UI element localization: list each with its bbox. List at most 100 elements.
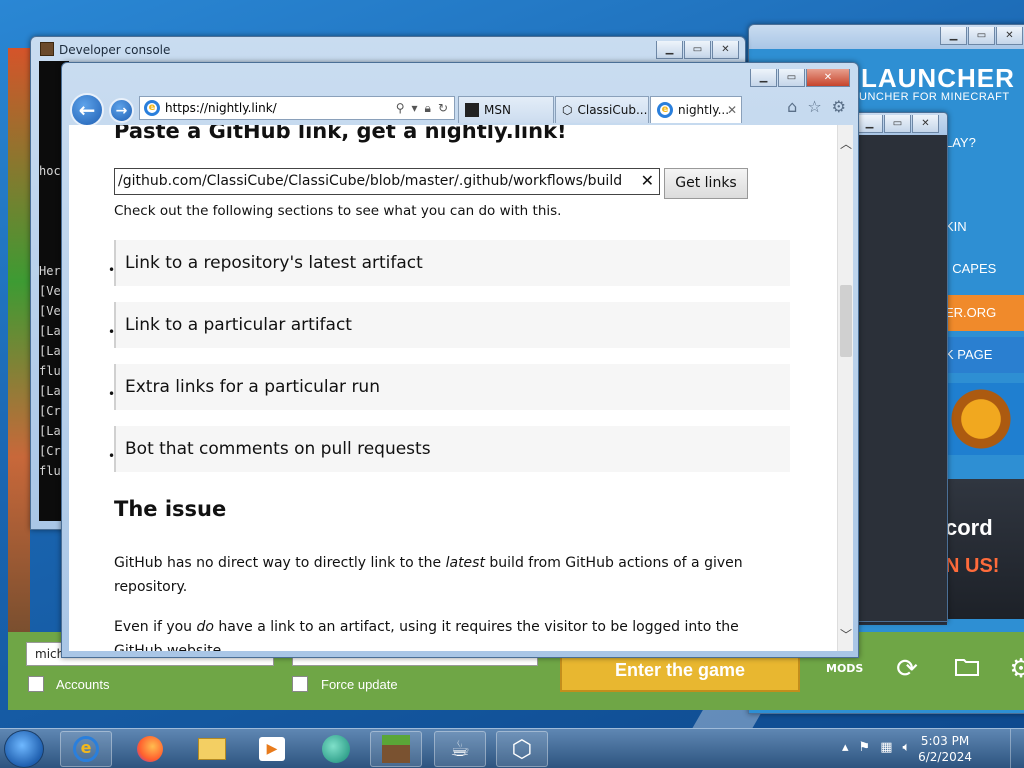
media-player-icon: ▶ [259, 737, 285, 761]
taskbar-minecraft[interactable] [370, 731, 422, 767]
console-app-icon [40, 42, 54, 56]
launcher-menu-play[interactable]: LAY? [945, 125, 1024, 161]
browser-window: ▁ ▭ ✕ ← → e https://nightly.link/ ⚲ ▾ 🔒︎… [61, 62, 859, 658]
home-icon[interactable]: ⌂ [787, 97, 797, 116]
launcher-subtitle: UNCHER FOR MINECRAFT [859, 91, 1010, 103]
favorites-icon[interactable]: ☆ [807, 97, 821, 116]
github-url-value: /github.com/ClassiCube/ClassiCube/blob/m… [118, 173, 623, 189]
tab-classicube[interactable]: ⬡ ClassiCub... [555, 96, 649, 123]
dropdown-icon[interactable]: ▾ [412, 101, 418, 116]
hint-text: Check out the following sections to see … [114, 203, 562, 219]
firefox-icon [137, 736, 163, 762]
taskbar-java[interactable]: ☕ [434, 731, 486, 767]
clock-date: 6/2/2024 [918, 750, 972, 764]
accounts-checkbox[interactable] [28, 676, 44, 692]
msn-icon [465, 103, 479, 117]
folder-icon[interactable] [950, 652, 984, 686]
issue-heading: The issue [114, 497, 227, 521]
app-icon [322, 735, 350, 763]
ie-icon: e [657, 102, 673, 118]
tab-nightly[interactable]: e nightly... ✕ [650, 96, 742, 123]
page-content: Paste a GitHub link, get a nightly.link!… [69, 125, 837, 651]
tab-msn[interactable]: MSN [458, 96, 554, 123]
page-scrollbar[interactable]: ︿ ﹀ [837, 125, 853, 651]
refresh-icon[interactable]: ↻ [438, 101, 448, 116]
classicube-icon: ⬡ [511, 735, 533, 763]
console-title: Developer console [59, 43, 171, 57]
volume-icon[interactable]: 🔈︎ [902, 740, 910, 755]
section-particular-artifact[interactable]: Link to a particular artifact [114, 302, 790, 348]
section-bot-comments[interactable]: Bot that comments on pull requests [114, 426, 790, 472]
network-icon[interactable]: ▦ [880, 740, 892, 755]
taskbar-explorer[interactable] [186, 731, 238, 767]
secondary-maximize-button[interactable]: ▭ [884, 115, 911, 133]
browser-close-button[interactable]: ✕ [806, 69, 850, 87]
address-url[interactable]: https://nightly.link/ [165, 101, 277, 115]
launcher-minimize-button[interactable]: ▁ [940, 27, 967, 45]
scroll-up-icon[interactable]: ︿ [838, 135, 854, 152]
console-maximize-button[interactable]: ▭ [684, 41, 711, 59]
scroll-down-icon[interactable]: ﹀ [838, 626, 854, 643]
taskbar-media-player[interactable]: ▶ [246, 731, 298, 767]
taskbar-ie[interactable]: e [60, 731, 112, 767]
clock[interactable]: 5:03 PM 6/2/2024 [918, 733, 972, 765]
search-icon[interactable]: ⚲ [396, 101, 405, 116]
show-hidden-icons-icon[interactable]: ▴ [842, 740, 849, 755]
system-tray: ▴ ⚑ ▦ 🔈︎ [842, 740, 910, 755]
action-center-flag-icon[interactable]: ⚑ [859, 740, 871, 755]
get-links-button[interactable]: Get links [664, 168, 748, 199]
back-button[interactable]: ← [70, 93, 104, 127]
start-button[interactable] [4, 730, 44, 768]
page-heading: Paste a GitHub link, get a nightly.link! [114, 125, 567, 143]
settings-icon[interactable]: ⚙ [1004, 652, 1024, 686]
force-update-checkbox[interactable] [292, 676, 308, 692]
secondary-window-titlebar: ▁ ▭ ✕ [855, 113, 947, 135]
close-tab-icon[interactable]: ✕ [727, 103, 737, 117]
launcher-menu-vk[interactable]: K PAGE [945, 337, 1024, 373]
lock-icon[interactable]: 🔒︎ [425, 101, 431, 116]
secondary-minimize-button[interactable]: ▁ [856, 115, 883, 133]
folder-icon [198, 738, 226, 760]
discord-text: cord [945, 515, 993, 540]
console-minimize-button[interactable]: ▁ [656, 41, 683, 59]
launcher-menu-capes[interactable]: I CAPES [945, 251, 1024, 287]
scrollbar-thumb[interactable] [840, 285, 852, 357]
secondary-window: ▁ ▭ ✕ [854, 112, 948, 622]
browser-titlebar: ▁ ▭ ✕ [62, 63, 858, 93]
console-close-button[interactable]: ✕ [712, 41, 739, 59]
launcher-brand: LAUNCHER [861, 63, 1015, 93]
section-latest-artifact[interactable]: Link to a repository's latest artifact [114, 240, 790, 286]
taskbar: e ▶ ☕ ⬡ ▴ ⚑ ▦ 🔈︎ 5:03 PM 6/2/2024 [0, 728, 1024, 768]
taskbar-app[interactable] [310, 731, 362, 767]
tab-label: MSN [484, 103, 511, 117]
github-url-input[interactable]: /github.com/ClassiCube/ClassiCube/blob/m… [114, 168, 660, 195]
forward-button[interactable]: → [109, 98, 134, 123]
minecraft-background-strip [8, 48, 30, 632]
taskbar-classicube[interactable]: ⬡ [496, 731, 548, 767]
launcher-discord-banner[interactable]: cord N US! [945, 479, 1024, 619]
show-desktop-button[interactable] [1010, 729, 1024, 768]
launcher-menu-site[interactable]: ER.ORG [945, 295, 1024, 331]
clock-time: 5:03 PM [920, 734, 970, 748]
launcher-close-button[interactable]: ✕ [996, 27, 1023, 45]
browser-maximize-button[interactable]: ▭ [778, 69, 805, 87]
launcher-menu-skin[interactable]: KIN [945, 209, 1024, 245]
browser-minimize-button[interactable]: ▁ [750, 69, 777, 87]
launcher-promo-art [945, 383, 1024, 455]
accounts-label: Accounts [56, 677, 110, 692]
minecraft-icon [382, 735, 410, 763]
launcher-titlebar: ▁ ▭ ✕ [749, 25, 1024, 49]
clear-input-icon[interactable]: ✕ [641, 171, 654, 190]
launcher-maximize-button[interactable]: ▭ [968, 27, 995, 45]
issue-paragraph-1: GitHub has no direct way to directly lin… [114, 551, 774, 599]
refresh-icon[interactable]: ⟳ [890, 652, 924, 686]
taskbar-firefox[interactable] [124, 731, 176, 767]
secondary-close-button[interactable]: ✕ [912, 115, 939, 133]
section-extra-links[interactable]: Extra links for a particular run [114, 364, 790, 410]
emphasis: latest [445, 555, 485, 571]
tab-label: ClassiCub... [577, 103, 648, 117]
issue-paragraph-2: Even if you do have a link to an artifac… [114, 615, 774, 651]
address-bar[interactable]: e https://nightly.link/ ⚲ ▾ 🔒︎ ↻ [139, 96, 455, 120]
text: GitHub has no direct way to directly lin… [114, 555, 446, 571]
gear-icon[interactable]: ⚙ [832, 97, 846, 116]
